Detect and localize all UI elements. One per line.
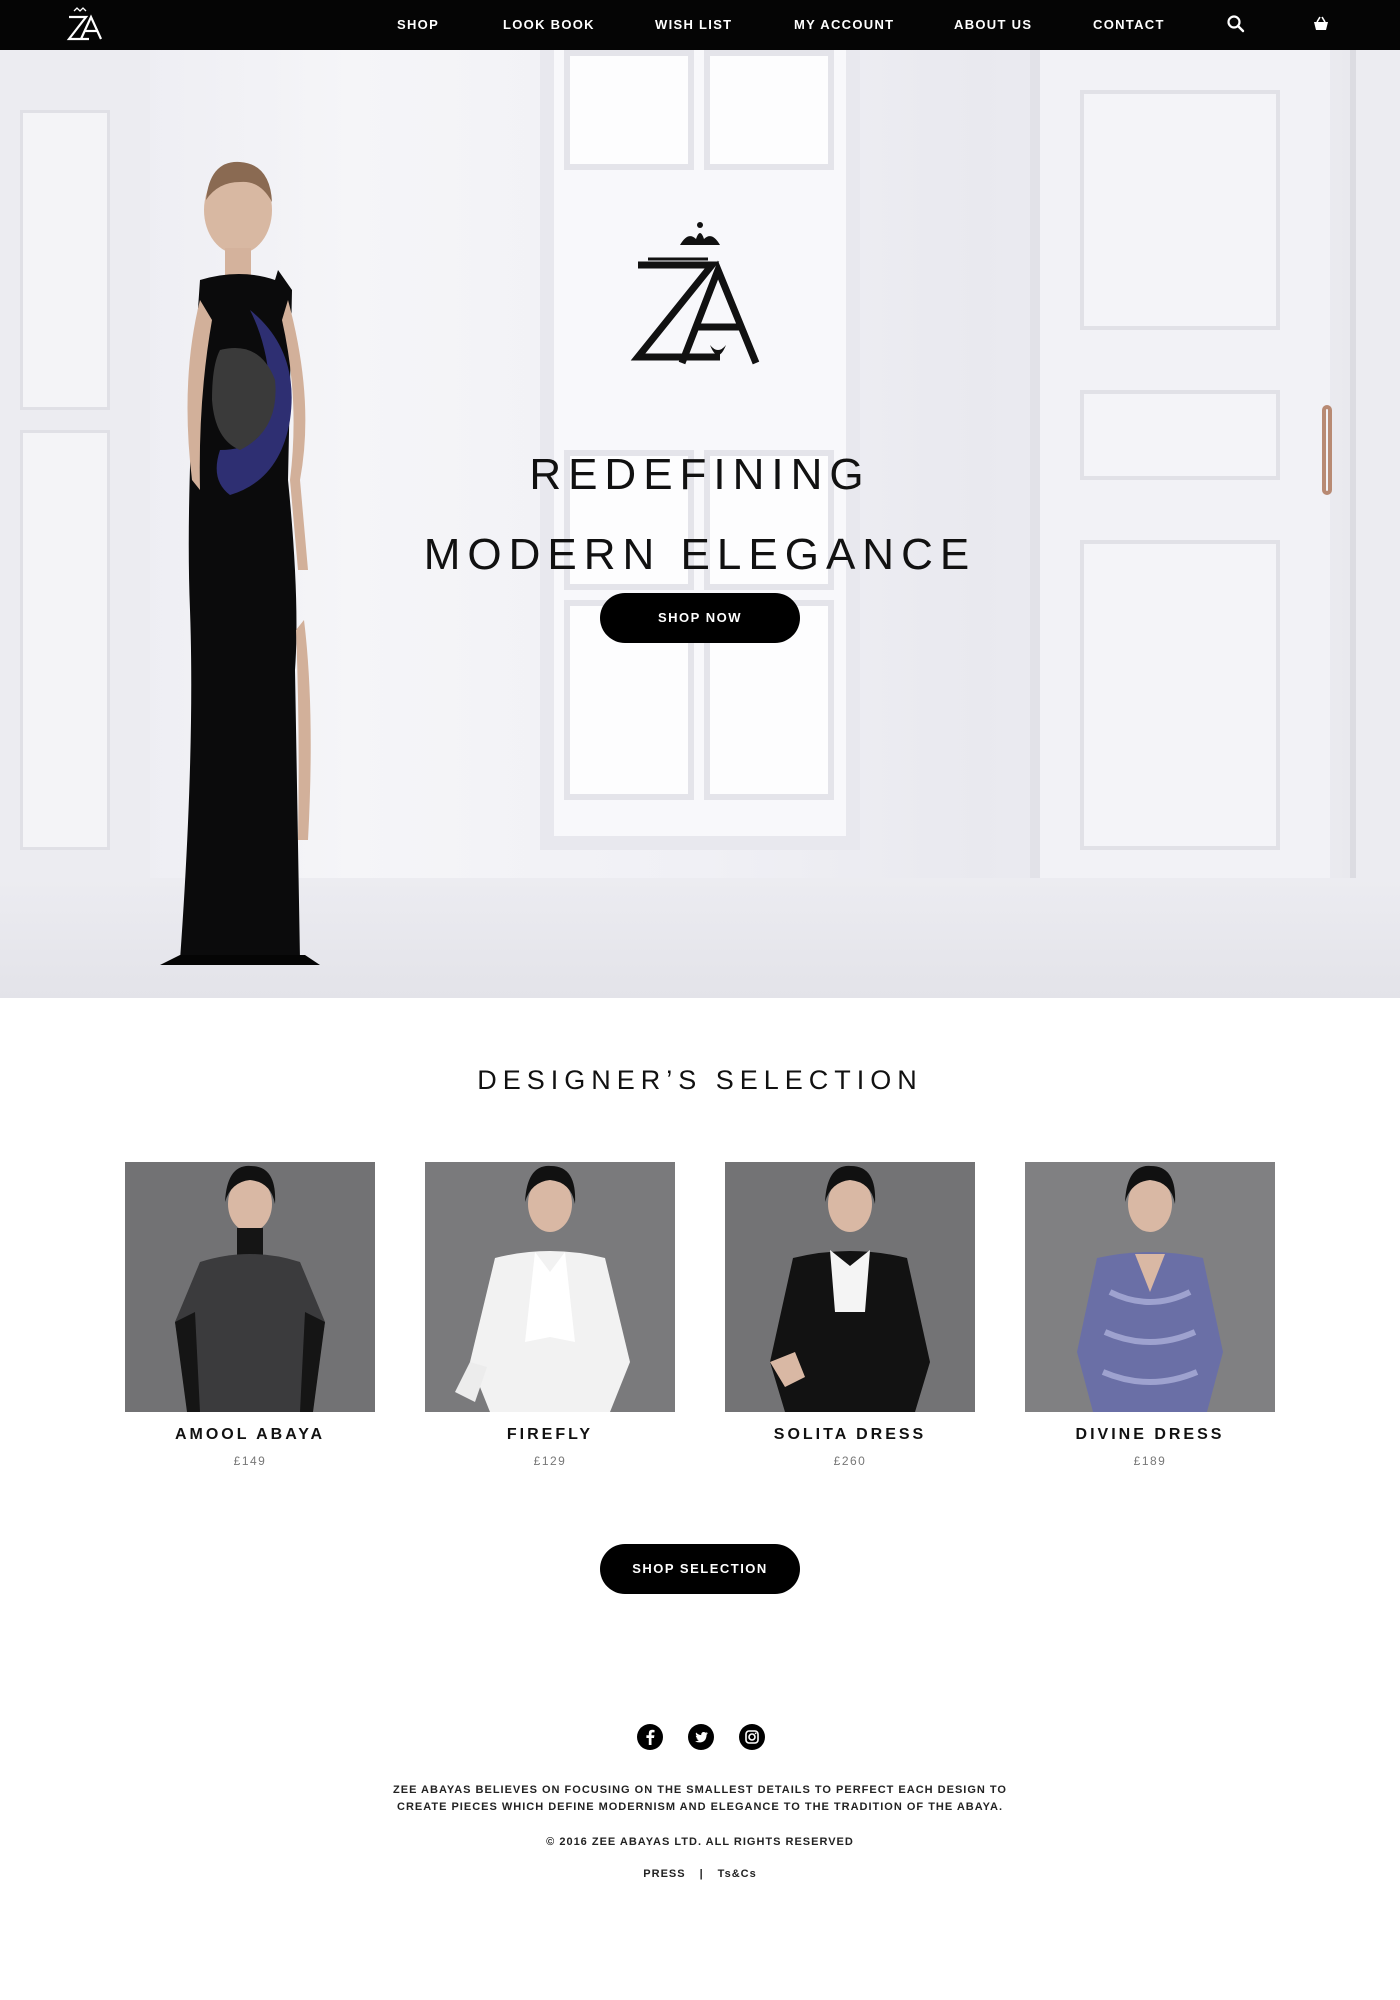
product-name[interactable]: SOLITA DRESS xyxy=(725,1426,975,1444)
nav-wish-list[interactable]: WISH LIST xyxy=(655,17,732,32)
shop-selection-button[interactable]: SHOP SELECTION xyxy=(600,1544,800,1594)
top-nav: SHOP LOOK BOOK WISH LIST MY ACCOUNT ABOU… xyxy=(0,0,1400,50)
footer-separator: | xyxy=(699,1868,704,1880)
nav-look-book[interactable]: LOOK BOOK xyxy=(503,17,595,32)
product-image[interactable] xyxy=(1025,1162,1275,1412)
hero-brand-logo xyxy=(630,222,760,365)
product-card[interactable]: SOLITA DRESS £260 xyxy=(725,1162,975,1468)
basket-icon[interactable] xyxy=(1311,14,1331,34)
hero-title-line1: REDEFINING xyxy=(529,450,871,499)
product-image[interactable] xyxy=(425,1162,675,1412)
product-price: £260 xyxy=(833,1454,867,1468)
product-card[interactable]: DIVINE DRESS £189 xyxy=(1025,1162,1275,1468)
product-name[interactable]: AMOOL ABAYA xyxy=(125,1426,375,1444)
product-image[interactable] xyxy=(125,1162,375,1412)
product-price: £149 xyxy=(233,1454,267,1468)
nav-contact[interactable]: CONTACT xyxy=(1093,17,1165,32)
product-name[interactable]: DIVINE DRESS xyxy=(1025,1426,1275,1444)
product-card[interactable]: FIREFLY £129 xyxy=(425,1162,675,1468)
hero-title-line2: MODERN ELEGANCE xyxy=(423,530,977,579)
product-price: £189 xyxy=(1133,1454,1167,1468)
nav-about-us[interactable]: ABOUT US xyxy=(954,17,1032,32)
footer-links: PRESS | Ts&Cs xyxy=(500,1868,900,1880)
hero-banner: REDEFINING MODERN ELEGANCE SHOP NOW xyxy=(0,50,1400,998)
facebook-icon[interactable] xyxy=(637,1724,663,1750)
nav-shop[interactable]: SHOP xyxy=(397,17,439,32)
product-name[interactable]: FIREFLY xyxy=(425,1426,675,1444)
footer-copyright: © 2016 ZEE ABAYAS LTD. ALL RIGHTS RESERV… xyxy=(546,1836,854,1848)
product-card[interactable]: AMOOL ABAYA £149 xyxy=(125,1162,375,1468)
footer-about-line1: ZEE ABAYAS BELIEVES ON FOCUSING ON THE S… xyxy=(393,1784,1007,1796)
footer-about-line2: CREATE PIECES WHICH DEFINE MODERNISM AND… xyxy=(397,1801,1003,1813)
hero-door-edge xyxy=(1350,50,1400,950)
selection-title: DESIGNER’S SELECTION xyxy=(477,1065,923,1095)
twitter-icon[interactable] xyxy=(688,1724,714,1750)
footer-link-press[interactable]: PRESS xyxy=(643,1868,685,1880)
search-icon[interactable] xyxy=(1226,14,1246,34)
product-image[interactable] xyxy=(725,1162,975,1412)
product-price: £129 xyxy=(533,1454,567,1468)
door-handle xyxy=(1322,405,1332,495)
instagram-icon[interactable] xyxy=(739,1724,765,1750)
footer-link-terms[interactable]: Ts&Cs xyxy=(718,1868,757,1880)
shop-now-button[interactable]: SHOP NOW xyxy=(600,593,800,643)
nav-my-account[interactable]: MY ACCOUNT xyxy=(794,17,894,32)
brand-logo[interactable] xyxy=(64,5,106,45)
